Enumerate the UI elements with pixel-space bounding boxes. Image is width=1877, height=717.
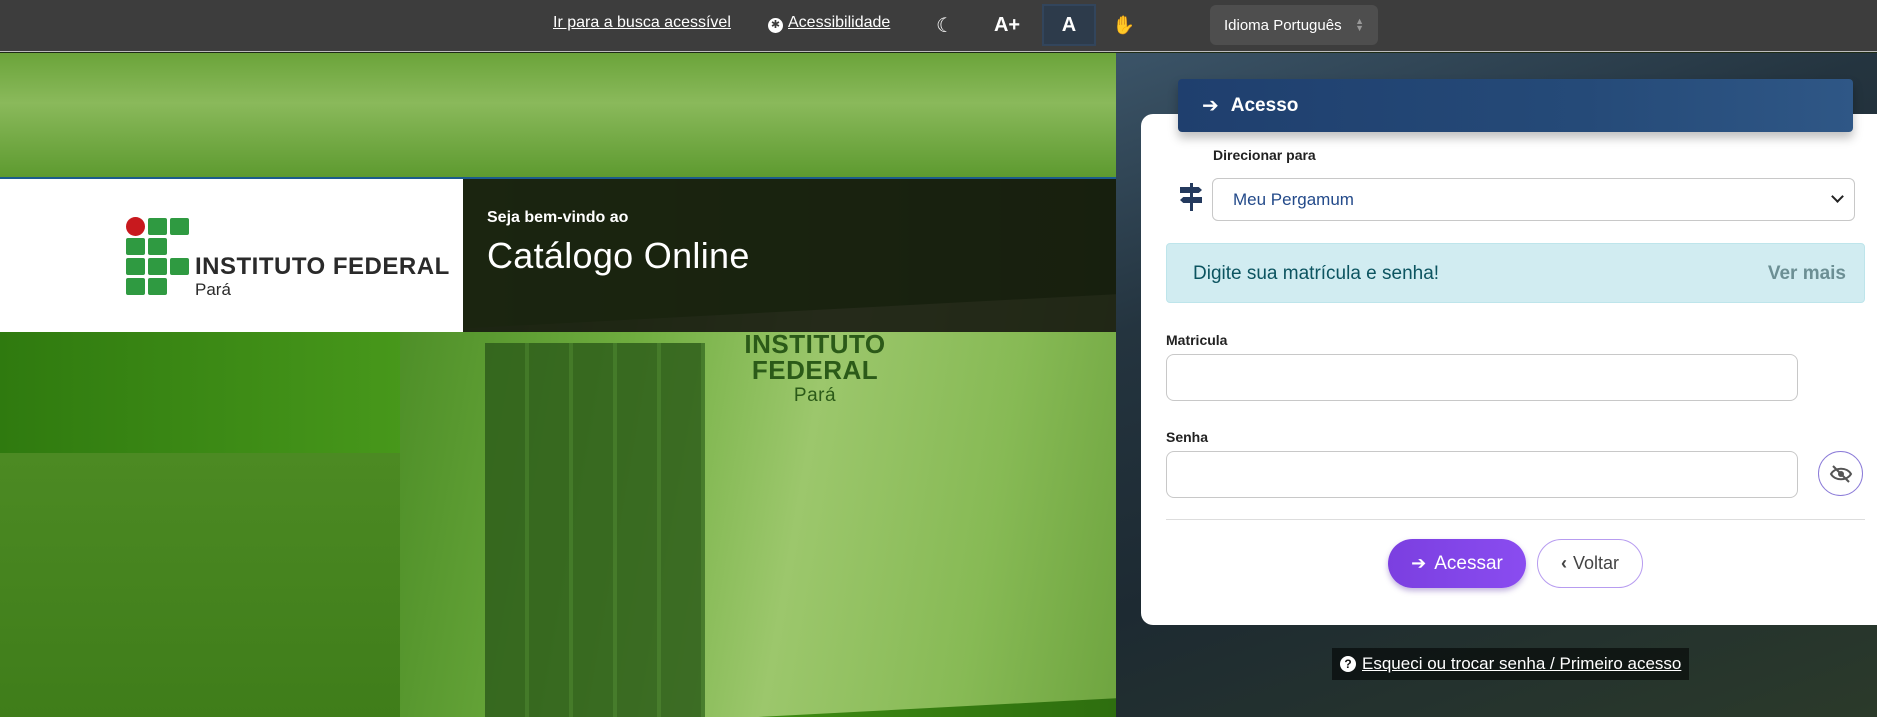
matricula-input[interactable] <box>1166 354 1798 401</box>
login-header: ➔ Acesso <box>1178 79 1853 132</box>
submit-button[interactable]: ➔ Acessar <box>1388 539 1526 588</box>
back-button[interactable]: ‹ Voltar <box>1537 539 1643 588</box>
language-select[interactable]: Idioma Português ▲ ▼ <box>1210 5 1378 45</box>
welcome-greeting: Seja bem-vindo ao <box>487 209 629 226</box>
alert-more-link[interactable]: Ver mais <box>1768 263 1846 285</box>
logo-subtitle: Pará <box>195 280 231 299</box>
form-divider <box>1166 519 1865 520</box>
sign-in-icon: ➔ <box>1411 553 1427 573</box>
accessibility-link-label: Acessibilidade <box>788 14 891 31</box>
hero-image: INSTITUTO FEDERAL Pará <box>0 53 1116 717</box>
chevron-left-icon: ‹ <box>1560 553 1567 573</box>
accessibility-bar: Ir para a busca acessível ✱ Acessibilidad… <box>0 0 1877 52</box>
libras-button[interactable]: ✋ <box>1097 4 1151 46</box>
dark-mode-button[interactable]: ☾ <box>918 4 972 46</box>
hero-sign-line-1: INSTITUTO <box>744 329 886 359</box>
language-select-value: Idioma Português <box>1224 16 1342 34</box>
hero-building-sign: INSTITUTO FEDERAL Pará <box>730 331 900 409</box>
password-toggle-button[interactable] <box>1818 451 1863 496</box>
signpost-icon <box>1178 183 1204 211</box>
accessibility-link[interactable]: ✱ Acessibilidade <box>768 14 890 33</box>
matricula-label: Matricula <box>1166 332 1228 348</box>
accessible-search-link[interactable]: Ir para a busca acessível <box>553 14 731 32</box>
hero-glass-facade <box>485 343 705 717</box>
redirect-select[interactable]: Meu Pergamum <box>1212 178 1855 221</box>
submit-button-label: Acessar <box>1434 552 1503 574</box>
hero-sign-line-2: FEDERAL <box>751 355 879 385</box>
forgot-password-label: Esqueci ou trocar senha / Primeiro acess… <box>1362 654 1682 673</box>
chevron-down-icon <box>1831 190 1844 203</box>
logo-title: INSTITUTO FEDERAL <box>195 253 450 280</box>
hand-icon: ✋ <box>1112 14 1136 35</box>
senha-input[interactable] <box>1166 451 1798 498</box>
redirect-label: Direcionar para <box>1213 147 1316 163</box>
contrast-button[interactable]: A <box>1042 4 1096 46</box>
eye-slash-icon <box>1829 464 1852 483</box>
redirect-select-value: Meu Pergamum <box>1233 189 1354 209</box>
login-header-title: Acesso <box>1230 94 1299 116</box>
page-title: Catálogo Online <box>487 235 750 276</box>
alert-message: Digite sua matrícula e senha! <box>1193 263 1440 284</box>
font-increase-button[interactable]: A+ <box>980 4 1034 46</box>
forgot-password-link[interactable]: ? Esqueci ou trocar senha / Primeiro ace… <box>1332 648 1690 680</box>
sign-in-icon: ➔ <box>1202 95 1219 117</box>
welcome-panel: Seja bem-vindo ao Catálogo Online <box>463 179 1116 332</box>
question-circle-icon: ? <box>1340 656 1356 672</box>
updown-icon: ▲ ▼ <box>1355 16 1364 33</box>
accessibility-icon: ✱ <box>768 18 783 33</box>
hero-sign-sub: Pará <box>793 385 837 406</box>
info-alert: Digite sua matrícula e senha! Ver mais <box>1166 243 1865 303</box>
hero-road <box>0 53 1116 178</box>
back-button-label: Voltar <box>1572 553 1620 573</box>
welcome-strip: INSTITUTO FEDERAL Pará Seja bem-vindo ao… <box>0 177 1116 332</box>
moon-icon: ☾ <box>936 14 954 37</box>
senha-label: Senha <box>1166 429 1209 445</box>
institution-logo: INSTITUTO FEDERAL Pará <box>0 179 463 332</box>
